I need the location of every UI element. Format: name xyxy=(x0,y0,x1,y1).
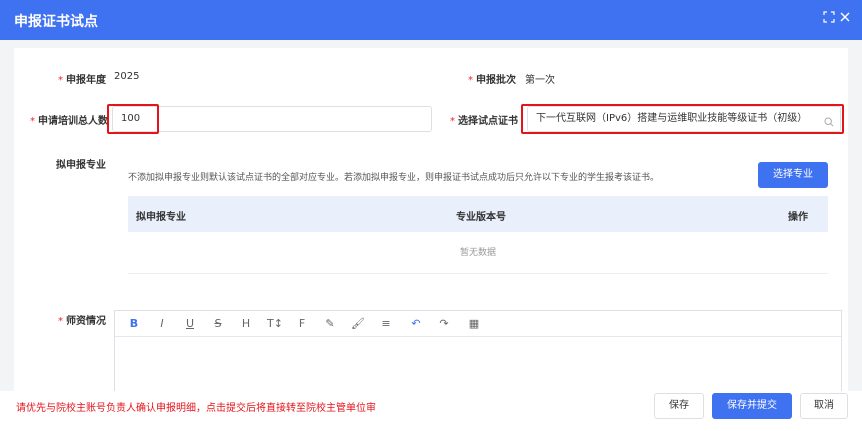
total-highlight xyxy=(107,104,159,134)
close-icon[interactable] xyxy=(838,11,852,25)
dialog: 申报证书试点 * 申报年度 2025 * 申报批次 第一次 * 申请培训总人数 100… xyxy=(0,0,862,431)
teachers-editor[interactable]: B I U S H T↕ F ✎ 🖌 ≡ ↶ ↷ ▦ xyxy=(114,310,842,391)
align-icon[interactable]: ≡ xyxy=(379,317,393,331)
strikethrough-icon[interactable]: S xyxy=(211,317,225,331)
teachers-label: * 师资情况 xyxy=(58,316,106,327)
highlight-icon[interactable]: ✎ xyxy=(323,317,337,331)
maximize-icon[interactable] xyxy=(822,11,836,25)
select-major-button[interactable]: 选择专业 xyxy=(758,162,828,188)
dialog-title: 申报证书试点 xyxy=(14,14,98,30)
submit-warning: 请优先与院校主账号负责人确认申报明细，点击提交后将直接转至院校主管单位审 xyxy=(16,403,376,414)
dialog-header: 申报证书试点 xyxy=(0,0,862,40)
font-size-icon[interactable]: T↕ xyxy=(267,317,283,331)
brush-icon[interactable]: 🖌 xyxy=(351,317,365,331)
table-icon[interactable]: ▦ xyxy=(467,317,481,331)
major-table-header: 拟申报专业 专业版本号 操作 xyxy=(128,196,828,232)
cert-label: * 选择试点证书 xyxy=(450,116,518,127)
undo-icon[interactable]: ↶ xyxy=(409,317,423,331)
batch-label: * 申报批次 xyxy=(468,75,516,86)
column-header-major: 拟申报专业 xyxy=(136,212,186,223)
total-label: * 申请培训总人数 xyxy=(30,116,108,127)
major-label: 拟申报专业 xyxy=(56,160,106,171)
bold-icon[interactable]: B xyxy=(127,317,141,331)
table-empty-text: 暂无数据 xyxy=(128,232,828,274)
italic-icon[interactable]: I xyxy=(155,317,169,331)
save-submit-button[interactable]: 保存并提交 xyxy=(712,393,792,419)
batch-value: 第一次 xyxy=(525,75,555,86)
editor-toolbar: B I U S H T↕ F ✎ 🖌 ≡ ↶ ↷ ▦ xyxy=(115,311,841,337)
year-label: * 申报年度 xyxy=(58,75,106,86)
column-header-actions: 操作 xyxy=(788,212,808,223)
column-header-version: 专业版本号 xyxy=(456,212,506,223)
major-hint: 不添加拟申报专业则默认该试点证书的全部对应专业。若添加拟申报专业，则申报证书试点… xyxy=(128,173,660,183)
redo-icon[interactable]: ↷ xyxy=(437,317,451,331)
font-family-icon[interactable]: F xyxy=(295,317,309,331)
form-body: * 申报年度 2025 * 申报批次 第一次 * 申请培训总人数 100 * 选择试点证… xyxy=(14,48,848,391)
heading-icon[interactable]: H xyxy=(239,317,253,331)
cert-highlight xyxy=(521,104,844,134)
dialog-footer: 请优先与院校主账号负责人确认申报明细，点击提交后将直接转至院校主管单位审 保存 … xyxy=(0,391,862,431)
cancel-button[interactable]: 取消 xyxy=(800,393,848,419)
total-input[interactable]: 100 xyxy=(112,106,432,132)
year-value: 2025 xyxy=(114,71,140,82)
save-button[interactable]: 保存 xyxy=(654,393,704,419)
underline-icon[interactable]: U xyxy=(183,317,197,331)
